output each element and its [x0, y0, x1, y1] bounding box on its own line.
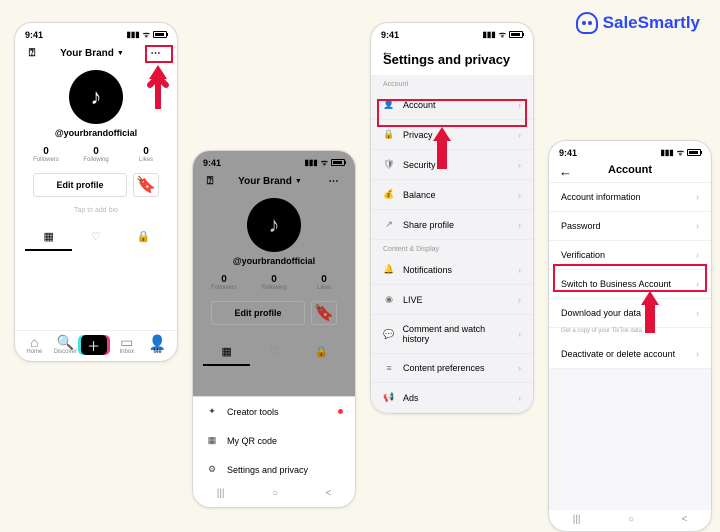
action-sheet: ✦Creator tools ▦My QR code ⚙Settings and…	[193, 396, 355, 484]
page-title: Settings and privacy	[371, 46, 533, 75]
tab-liked[interactable]: ♡	[72, 224, 119, 251]
item-notifications[interactable]: 🔔Notifications›	[371, 255, 533, 285]
status-time: 9:41	[25, 30, 43, 40]
sheet-creator-tools[interactable]: ✦Creator tools	[193, 397, 355, 426]
item-deactivate[interactable]: Deactivate or delete account›	[549, 340, 711, 369]
person-icon: 👤	[383, 99, 395, 110]
qr-icon: ▦	[205, 435, 219, 446]
comment-icon: 💬	[383, 329, 395, 340]
brand-dropdown[interactable]: Your Brand▼	[60, 48, 124, 59]
section-account: Account	[371, 75, 533, 90]
back-button[interactable]: ←	[559, 164, 572, 179]
bookmark-button[interactable]: 🔖	[133, 173, 159, 197]
more-menu-button[interactable]: ⋯	[145, 48, 167, 59]
arrow-account	[431, 127, 453, 171]
item-live[interactable]: ◉LIVE›	[371, 285, 533, 315]
share-icon: ↗	[383, 219, 395, 230]
phone-profile: 9:41 ▮▮▮ᯤ ⍰ Your Brand▼ ⋯ ♪ @yourbrandof…	[14, 22, 178, 362]
tiktok-icon: ♪	[91, 84, 102, 110]
wand-icon: ✦	[205, 406, 219, 417]
chevron-right-icon: ›	[518, 100, 521, 110]
handle: @yourbrandofficial	[15, 128, 177, 138]
add-bio[interactable]: Tap to add bio	[15, 203, 177, 224]
nav-me[interactable]: 👤Me	[142, 335, 173, 355]
phone-menu-sheet: 9:41▮▮▮ᯤ ⍰Your Brand▼⋯ ♪ @yourbrandoffic…	[192, 150, 356, 508]
live-icon: ◉	[383, 294, 395, 305]
tab-grid[interactable]: ▦	[25, 224, 72, 251]
nav-discover[interactable]: 🔍Discover	[50, 335, 81, 355]
wallet-icon: 💰	[383, 189, 395, 200]
tab-private[interactable]: 🔒	[120, 224, 167, 251]
system-nav: |||○<	[193, 484, 355, 505]
section-content: Content & Display	[371, 240, 533, 255]
avatar[interactable]: ♪	[69, 70, 123, 124]
add-person-icon[interactable]: ⍰	[25, 46, 39, 60]
stat-likes[interactable]: 0Likes	[121, 146, 171, 163]
bell-icon: 🔔	[383, 264, 395, 275]
shield-icon: 🛡	[383, 159, 395, 170]
megaphone-icon: 📢	[383, 392, 395, 403]
item-account[interactable]: 👤Account›	[371, 90, 533, 120]
sliders-icon: ≡	[383, 363, 395, 373]
item-switch-business[interactable]: Switch to Business Account›	[549, 270, 711, 299]
item-download-data[interactable]: Download your data›	[549, 299, 711, 328]
phone-settings: 9:41▮▮▮ᯤ ← Settings and privacy Account …	[370, 22, 534, 414]
stat-followers[interactable]: 0Followers	[21, 146, 71, 163]
modal-overlay[interactable]	[193, 151, 355, 396]
item-ads[interactable]: 📢Ads›	[371, 383, 533, 413]
download-subtitle: Get a copy of your TikTok data	[549, 328, 711, 340]
sheet-settings-privacy[interactable]: ⚙Settings and privacy	[193, 455, 355, 484]
phone-account: 9:41▮▮▮ᯤ ← Account Account information› …	[548, 140, 712, 532]
nav-create[interactable]: ＋	[81, 335, 112, 355]
arrow-switch	[639, 291, 661, 335]
stat-following[interactable]: 0Following	[71, 146, 121, 163]
gear-icon: ⚙	[205, 464, 219, 475]
back-button[interactable]: ←	[381, 44, 394, 59]
sheet-qr-code[interactable]: ▦My QR code	[193, 426, 355, 455]
status-bar: 9:41 ▮▮▮ᯤ	[15, 23, 177, 42]
item-account-info[interactable]: Account information›	[549, 183, 711, 212]
nav-inbox[interactable]: ▭Inbox	[111, 335, 142, 355]
item-share-profile[interactable]: ↗Share profile›	[371, 210, 533, 240]
item-comment-history[interactable]: 💬Comment and watch history›	[371, 315, 533, 354]
item-password[interactable]: Password›	[549, 212, 711, 241]
item-verification[interactable]: Verification›	[549, 241, 711, 270]
lock-icon: 🔒	[383, 129, 395, 140]
item-balance[interactable]: 💰Balance›	[371, 180, 533, 210]
nav-home[interactable]: ⌂Home	[19, 335, 50, 355]
edit-profile-button[interactable]: Edit profile	[33, 173, 127, 197]
notification-dot	[338, 409, 343, 414]
arrow-more	[147, 65, 169, 109]
page-title: Account	[549, 160, 711, 183]
item-content-pref[interactable]: ≡Content preferences›	[371, 354, 533, 383]
